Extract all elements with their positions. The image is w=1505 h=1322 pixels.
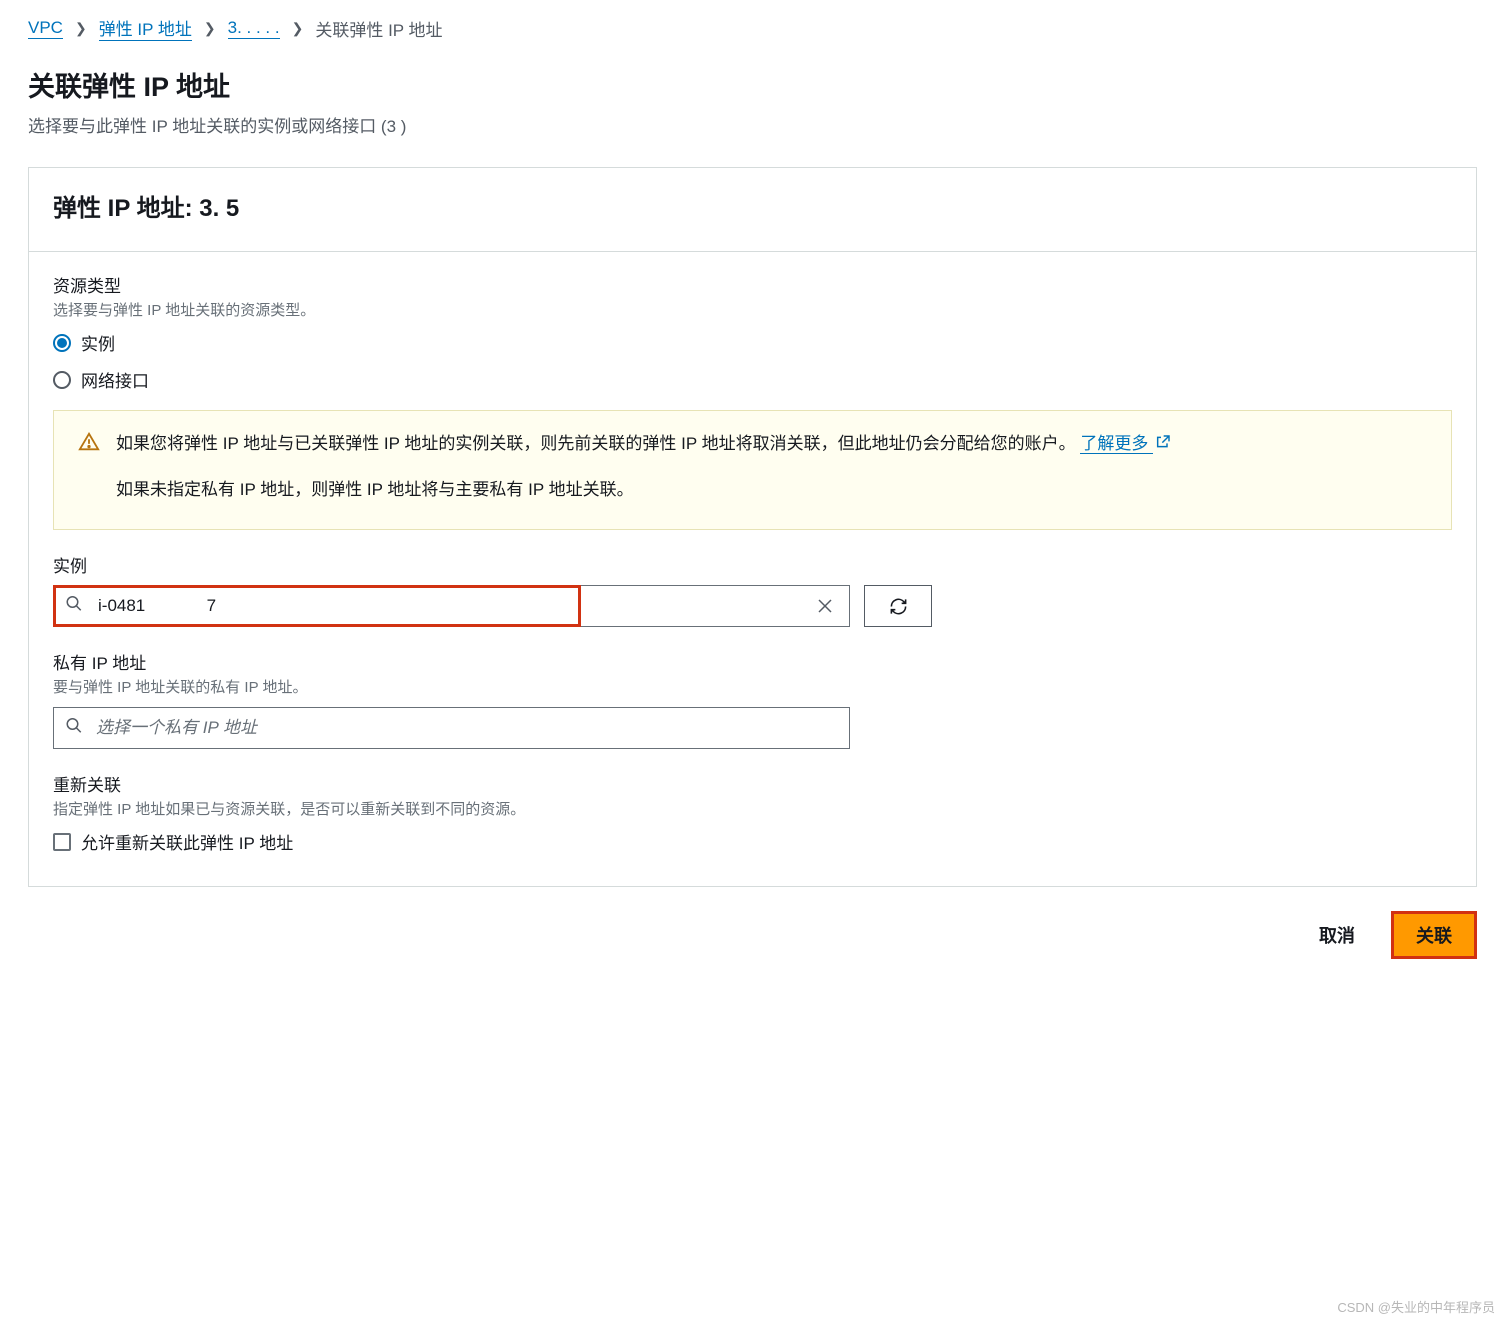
- page-title: 关联弹性 IP 地址: [28, 65, 1477, 104]
- radio-network-interface[interactable]: 网络接口: [53, 367, 1452, 392]
- reassociate-checkbox-label: 允许重新关联此弹性 IP 地址: [81, 829, 293, 854]
- external-link-icon: [1155, 430, 1171, 460]
- private-ip-label: 私有 IP 地址: [53, 649, 1452, 674]
- private-ip-section: 私有 IP 地址 要与弹性 IP 地址关联的私有 IP 地址。: [53, 649, 1452, 749]
- radio-selected-icon: [53, 334, 71, 352]
- private-ip-combobox[interactable]: [53, 707, 850, 749]
- reassociate-checkbox[interactable]: 允许重新关联此弹性 IP 地址: [53, 829, 1452, 854]
- chevron-right-icon: ❯: [292, 20, 304, 37]
- instance-input[interactable]: [53, 585, 581, 627]
- breadcrumb-ip-id[interactable]: 3. . . . .: [228, 18, 280, 39]
- checkbox-unchecked-icon: [53, 833, 71, 851]
- instance-combobox[interactable]: [53, 585, 581, 627]
- chevron-right-icon: ❯: [204, 20, 216, 37]
- warning-icon: [78, 429, 100, 505]
- refresh-button[interactable]: [864, 585, 932, 627]
- panel-header: 弹性 IP 地址: 3. 5: [29, 168, 1476, 252]
- resource-type-label: 资源类型: [53, 272, 1452, 297]
- associate-button[interactable]: 关联: [1391, 911, 1477, 959]
- resource-type-sub: 选择要与弹性 IP 地址关联的资源类型。: [53, 299, 1452, 320]
- learn-more-link[interactable]: 了解更多: [1080, 434, 1153, 454]
- radio-instance-label: 实例: [81, 330, 115, 355]
- reassociate-section: 重新关联 指定弹性 IP 地址如果已与资源关联，是否可以重新关联到不同的资源。 …: [53, 771, 1452, 854]
- radio-instance[interactable]: 实例: [53, 330, 1452, 355]
- breadcrumb-eip[interactable]: 弹性 IP 地址: [99, 15, 192, 41]
- instance-label: 实例: [53, 552, 1452, 577]
- breadcrumb-vpc[interactable]: VPC: [28, 18, 63, 39]
- resource-type-section: 资源类型 选择要与弹性 IP 地址关联的资源类型。 实例 网络接口: [53, 272, 1452, 530]
- cancel-button[interactable]: 取消: [1297, 914, 1377, 956]
- footer-actions: 取消 关联: [28, 911, 1477, 959]
- private-ip-input[interactable]: [53, 707, 850, 749]
- reassociate-label: 重新关联: [53, 771, 1452, 796]
- info-paragraph-2: 如果未指定私有 IP 地址，则弹性 IP 地址将与主要私有 IP 地址关联。: [116, 475, 1171, 505]
- private-ip-sub: 要与弹性 IP 地址关联的私有 IP 地址。: [53, 676, 1452, 697]
- chevron-right-icon: ❯: [75, 20, 87, 37]
- main-panel: 弹性 IP 地址: 3. 5 资源类型 选择要与弹性 IP 地址关联的资源类型。…: [28, 167, 1477, 887]
- reassociate-sub: 指定弹性 IP 地址如果已与资源关联，是否可以重新关联到不同的资源。: [53, 798, 1452, 819]
- radio-unselected-icon: [53, 371, 71, 389]
- watermark: CSDN @失业的中年程序员: [1337, 1297, 1495, 1316]
- clear-instance-button[interactable]: [805, 597, 845, 615]
- info-paragraph-1: 如果您将弹性 IP 地址与已关联弹性 IP 地址的实例关联，则先前关联的弹性 I…: [116, 434, 1076, 453]
- instance-section: 实例: [53, 552, 1452, 627]
- info-box: 如果您将弹性 IP 地址与已关联弹性 IP 地址的实例关联，则先前关联的弹性 I…: [53, 410, 1452, 530]
- breadcrumb: VPC ❯ 弹性 IP 地址 ❯ 3. . . . . ❯ 关联弹性 IP 地址: [28, 15, 1477, 41]
- radio-interface-label: 网络接口: [81, 367, 149, 392]
- page-description: 选择要与此弹性 IP 地址关联的实例或网络接口 (3 ): [28, 112, 1477, 137]
- breadcrumb-current: 关联弹性 IP 地址: [315, 16, 442, 41]
- instance-right-border: [581, 585, 850, 627]
